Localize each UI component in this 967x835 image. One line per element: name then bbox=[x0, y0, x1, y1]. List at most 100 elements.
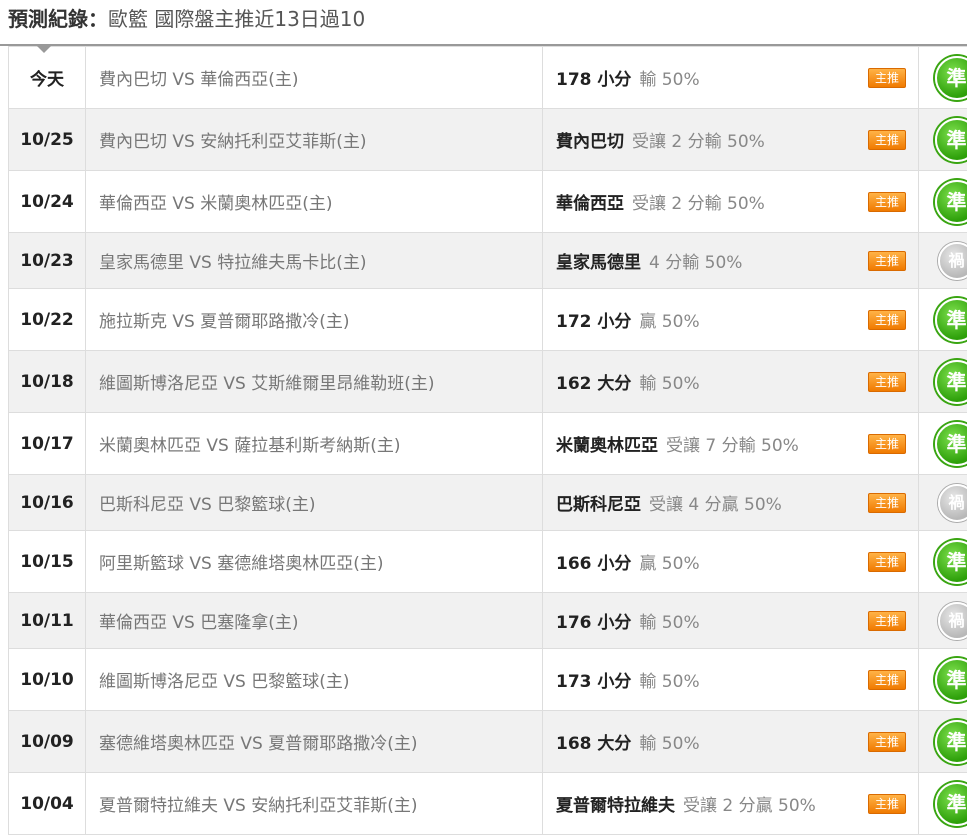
row-date: 今天 bbox=[9, 47, 86, 109]
away-team: 巴塞隆拿(主) bbox=[200, 613, 298, 633]
row-match[interactable]: 皇家馬德里 VS 特拉維夫馬卡比(主) bbox=[86, 233, 543, 289]
vs-label: VS bbox=[172, 70, 194, 90]
row-result: 準 bbox=[919, 413, 967, 475]
row-pick: 巴斯科尼亞受讓 4 分贏 50%主推 bbox=[543, 475, 919, 531]
row-match[interactable]: 維圖斯博洛尼亞 VS 艾斯維爾里昂維勒班(主) bbox=[86, 351, 543, 413]
row-match[interactable]: 夏普爾特拉維夫 VS 安納托利亞艾菲斯(主) bbox=[86, 773, 543, 835]
row-match[interactable]: 華倫西亞 VS 米蘭奧林匹亞(主) bbox=[86, 171, 543, 233]
row-date: 10/17 bbox=[9, 413, 86, 475]
main-pick-tag: 主推 bbox=[868, 794, 906, 814]
table-row[interactable]: 10/23皇家馬德里 VS 特拉維夫馬卡比(主)皇家馬德里4 分輸 50%主推禍 bbox=[9, 233, 967, 289]
main-pick-tag: 主推 bbox=[868, 493, 906, 513]
page-title: 預測紀錄：歐籃 國際盤主推近13日過10 bbox=[8, 6, 365, 32]
row-pick: 夏普爾特拉維夫受讓 2 分贏 50%主推 bbox=[543, 773, 919, 835]
result-badge-icon: 準 bbox=[935, 360, 967, 404]
pick-main: 夏普爾特拉維夫 bbox=[556, 796, 675, 816]
table-row[interactable]: 10/22施拉斯克 VS 夏普爾耶路撒冷(主)172 小分贏 50%主推準 bbox=[9, 289, 967, 351]
row-match[interactable]: 施拉斯克 VS 夏普爾耶路撒冷(主) bbox=[86, 289, 543, 351]
row-date: 10/10 bbox=[9, 649, 86, 711]
pick-main: 皇家馬德里 bbox=[556, 253, 641, 273]
row-pick: 178 小分輸 50%主推 bbox=[543, 47, 919, 109]
vs-label: VS bbox=[172, 613, 194, 633]
row-match[interactable]: 維圖斯博洛尼亞 VS 巴黎籃球(主) bbox=[86, 649, 543, 711]
pick-main: 166 小分 bbox=[556, 554, 631, 574]
result-badge-icon: 禍 bbox=[938, 242, 967, 280]
table-row[interactable]: 10/16巴斯科尼亞 VS 巴黎籃球(主)巴斯科尼亞受讓 4 分贏 50%主推禍 bbox=[9, 475, 967, 531]
home-team: 維圖斯博洛尼亞 bbox=[99, 374, 218, 394]
row-match[interactable]: 米蘭奧林匹亞 VS 薩拉基利斯考納斯(主) bbox=[86, 413, 543, 475]
pick-detail: 受讓 2 分輸 50% bbox=[632, 132, 765, 152]
main-pick-tag: 主推 bbox=[868, 68, 906, 88]
row-result: 準 bbox=[919, 289, 967, 351]
pick-detail: 贏 50% bbox=[639, 312, 699, 332]
pick-detail: 贏 50% bbox=[639, 554, 699, 574]
result-badge-icon: 禍 bbox=[938, 602, 967, 640]
main-pick-tag: 主推 bbox=[868, 670, 906, 690]
row-result: 準 bbox=[919, 47, 967, 109]
vs-label: VS bbox=[223, 374, 245, 394]
row-result: 準 bbox=[919, 171, 967, 233]
row-pick: 華倫西亞受讓 2 分輸 50%主推 bbox=[543, 171, 919, 233]
row-match[interactable]: 阿里斯籃球 VS 塞德維塔奧林匹亞(主) bbox=[86, 531, 543, 593]
pick-detail: 輸 50% bbox=[639, 734, 699, 754]
title-text: 歐籃 國際盤主推近13日過10 bbox=[108, 7, 365, 31]
result-badge-icon: 準 bbox=[935, 782, 967, 826]
away-team: 特拉維夫馬卡比(主) bbox=[217, 253, 366, 273]
row-match[interactable]: 華倫西亞 VS 巴塞隆拿(主) bbox=[86, 593, 543, 649]
vs-label: VS bbox=[172, 132, 194, 152]
table-row[interactable]: 10/10維圖斯博洛尼亞 VS 巴黎籃球(主) 173 小分輸 50% 主推準 bbox=[9, 649, 967, 711]
home-team: 皇家馬德里 bbox=[99, 253, 184, 273]
table-row[interactable]: 10/11華倫西亞 VS 巴塞隆拿(主)176 小分輸 50%主推禍 bbox=[9, 593, 967, 649]
away-team: 艾斯維爾里昂維勒班(主) bbox=[251, 374, 434, 394]
page-header: 預測紀錄：歐籃 國際盤主推近13日過10 bbox=[0, 0, 967, 46]
row-result: 禍 bbox=[919, 475, 967, 531]
row-match[interactable]: 費內巴切 VS 安納托利亞艾菲斯(主) bbox=[86, 109, 543, 171]
pick-main: 173 小分 bbox=[556, 672, 631, 692]
pick-detail: 輸 50% bbox=[639, 672, 699, 692]
pick-main: 176 小分 bbox=[556, 613, 631, 633]
table-row[interactable]: 10/24華倫西亞 VS 米蘭奧林匹亞(主)華倫西亞受讓 2 分輸 50%主推準 bbox=[9, 171, 967, 233]
home-team: 華倫西亞 bbox=[99, 613, 167, 633]
vs-label: VS bbox=[172, 194, 194, 214]
table-row[interactable]: 10/04夏普爾特拉維夫 VS 安納托利亞艾菲斯(主)夏普爾特拉維夫受讓 2 分… bbox=[9, 773, 967, 835]
away-team: 薩拉基利斯考納斯(主) bbox=[234, 436, 400, 456]
table-row[interactable]: 10/15阿里斯籃球 VS 塞德維塔奧林匹亞(主) 166 小分贏 50% 主推準 bbox=[9, 531, 967, 593]
row-date: 10/24 bbox=[9, 171, 86, 233]
pick-detail: 輸 50% bbox=[639, 70, 699, 90]
away-team: 塞德維塔奧林匹亞(主) bbox=[217, 554, 383, 574]
pick-main: 米蘭奧林匹亞 bbox=[556, 436, 658, 456]
table-row[interactable]: 10/09塞德維塔奧林匹亞 VS 夏普爾耶路撒冷(主)168 大分輸 50%主推… bbox=[9, 711, 967, 773]
away-team: 華倫西亞(主) bbox=[200, 70, 298, 90]
home-team: 維圖斯博洛尼亞 bbox=[99, 672, 218, 692]
pick-detail: 輸 50% bbox=[639, 613, 699, 633]
table-row[interactable]: 10/18維圖斯博洛尼亞 VS 艾斯維爾里昂維勒班(主)162 大分輸 50%主… bbox=[9, 351, 967, 413]
table-row[interactable]: 今天費內巴切 VS 華倫西亞(主)178 小分輸 50%主推準 bbox=[9, 47, 967, 109]
row-date: 10/15 bbox=[9, 531, 86, 593]
pick-main: 162 大分 bbox=[556, 374, 631, 394]
table-row[interactable]: 10/25費內巴切 VS 安納托利亞艾菲斯(主)費內巴切受讓 2 分輸 50%主… bbox=[9, 109, 967, 171]
prediction-rows: 今天費內巴切 VS 華倫西亞(主)178 小分輸 50%主推準10/25費內巴切… bbox=[9, 47, 967, 835]
vs-label: VS bbox=[189, 554, 211, 574]
pick-main: 巴斯科尼亞 bbox=[556, 495, 641, 515]
vs-label: VS bbox=[172, 312, 194, 332]
row-pick: 162 大分輸 50%主推 bbox=[543, 351, 919, 413]
result-badge-icon: 準 bbox=[935, 422, 967, 466]
row-result: 準 bbox=[919, 351, 967, 413]
main-pick-tag: 主推 bbox=[868, 251, 906, 271]
row-result: 準 bbox=[919, 649, 967, 711]
row-pick: 166 小分贏 50% 主推 bbox=[543, 531, 919, 593]
header-caret-icon bbox=[36, 45, 52, 53]
row-date: 10/11 bbox=[9, 593, 86, 649]
row-result: 準 bbox=[919, 531, 967, 593]
main-pick-tag: 主推 bbox=[868, 552, 906, 572]
away-team: 安納托利亞艾菲斯(主) bbox=[200, 132, 366, 152]
row-result: 禍 bbox=[919, 593, 967, 649]
row-match[interactable]: 費內巴切 VS 華倫西亞(主) bbox=[86, 47, 543, 109]
table-row[interactable]: 10/17米蘭奧林匹亞 VS 薩拉基利斯考納斯(主)米蘭奧林匹亞受讓 7 分輸 … bbox=[9, 413, 967, 475]
row-pick: 皇家馬德里4 分輸 50%主推 bbox=[543, 233, 919, 289]
row-match[interactable]: 巴斯科尼亞 VS 巴黎籃球(主) bbox=[86, 475, 543, 531]
vs-label: VS bbox=[206, 436, 228, 456]
vs-label: VS bbox=[223, 672, 245, 692]
home-team: 巴斯科尼亞 bbox=[99, 495, 184, 515]
row-match[interactable]: 塞德維塔奧林匹亞 VS 夏普爾耶路撒冷(主) bbox=[86, 711, 543, 773]
